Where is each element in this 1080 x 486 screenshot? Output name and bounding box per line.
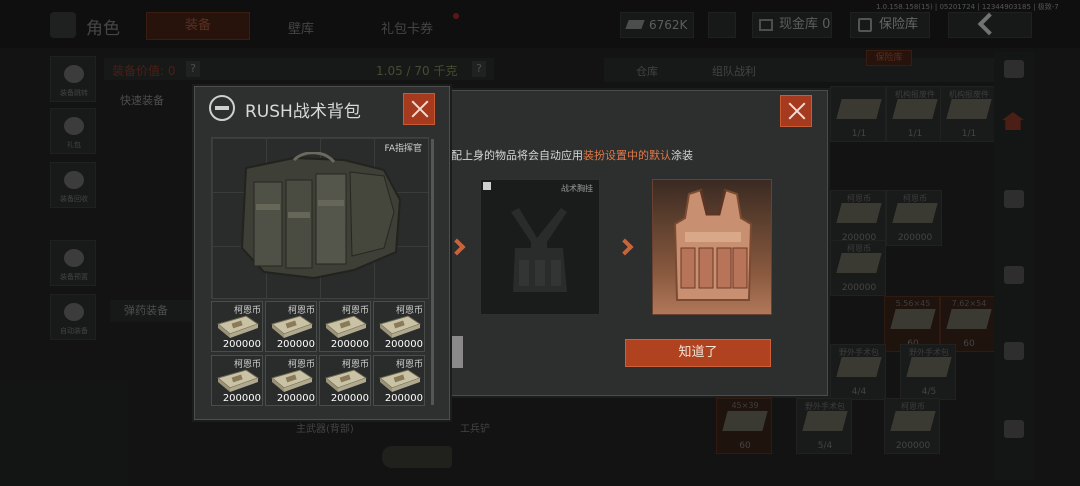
- slot-amount: 200000: [222, 339, 261, 350]
- money-stack-icon: [324, 315, 368, 338]
- backpack-preview: FA指挥官: [211, 137, 429, 299]
- backpack-slot[interactable]: 柯恩币 200000: [265, 355, 317, 406]
- backpack-slot[interactable]: 柯恩币 200000: [373, 301, 425, 352]
- backpack-slot[interactable]: 柯恩币 200000: [319, 301, 371, 352]
- slot-amount: 200000: [384, 339, 423, 350]
- backpack-slots: 柯恩币 200000 柯恩币 200000 柯恩币 200000 柯恩币 200000 柯恩币 2…: [211, 301, 429, 407]
- backpack-image-icon: [240, 152, 402, 280]
- backpack-title: RUSH战术背包: [245, 102, 361, 122]
- money-stack-icon: [216, 315, 260, 338]
- backpack-slot[interactable]: 柯恩币 200000: [319, 355, 371, 406]
- skin-dialog-close-button[interactable]: [780, 95, 812, 127]
- got-it-button[interactable]: 知道了: [625, 339, 771, 367]
- prev-skin-button[interactable]: [451, 336, 463, 368]
- slot-amount: 200000: [330, 339, 369, 350]
- money-stack-icon: [216, 369, 260, 392]
- money-stack-icon: [270, 369, 314, 392]
- new-skin-item[interactable]: [652, 179, 772, 315]
- backpack-slot[interactable]: 柯恩币 200000: [373, 355, 425, 406]
- corner-marker-icon: [483, 182, 491, 190]
- chevron-right-icon: [448, 238, 466, 256]
- money-stack-icon: [378, 369, 422, 392]
- slot-amount: 200000: [384, 393, 423, 404]
- backpack-slot[interactable]: 柯恩币 200000: [211, 355, 263, 406]
- chevron-right-icon: [616, 238, 634, 256]
- slot-amount: 200000: [276, 393, 315, 404]
- current-item-tag: 战术胸挂: [561, 184, 593, 193]
- backpack-slot[interactable]: 柯恩币 200000: [211, 301, 263, 352]
- slot-amount: 200000: [330, 393, 369, 404]
- backpack-close-button[interactable]: [403, 93, 435, 125]
- backpack-icon: [209, 95, 235, 121]
- current-item-slot[interactable]: 战术胸挂: [480, 179, 600, 315]
- skin-notice-dialog: 配上身的物品将会自动应用装扮设置中的默认涂装 战术胸挂 知道了: [430, 90, 828, 396]
- backpack-dialog: RUSH战术背包 FA指挥官 柯恩币 200000 柯恩币 200000 柯恩币 2000…: [194, 86, 450, 420]
- money-stack-icon: [378, 315, 422, 338]
- slot-amount: 200000: [222, 393, 261, 404]
- slot-amount: 200000: [276, 339, 315, 350]
- backpack-scrollbar[interactable]: [431, 139, 434, 405]
- tactical-vest-icon: [673, 188, 753, 301]
- chest-rig-silhouette-icon: [511, 208, 567, 292]
- backpack-slot[interactable]: 柯恩币 200000: [265, 301, 317, 352]
- money-stack-icon: [270, 315, 314, 338]
- skin-notice-text: 配上身的物品将会自动应用装扮设置中的默认涂装: [451, 149, 693, 162]
- money-stack-icon: [324, 369, 368, 392]
